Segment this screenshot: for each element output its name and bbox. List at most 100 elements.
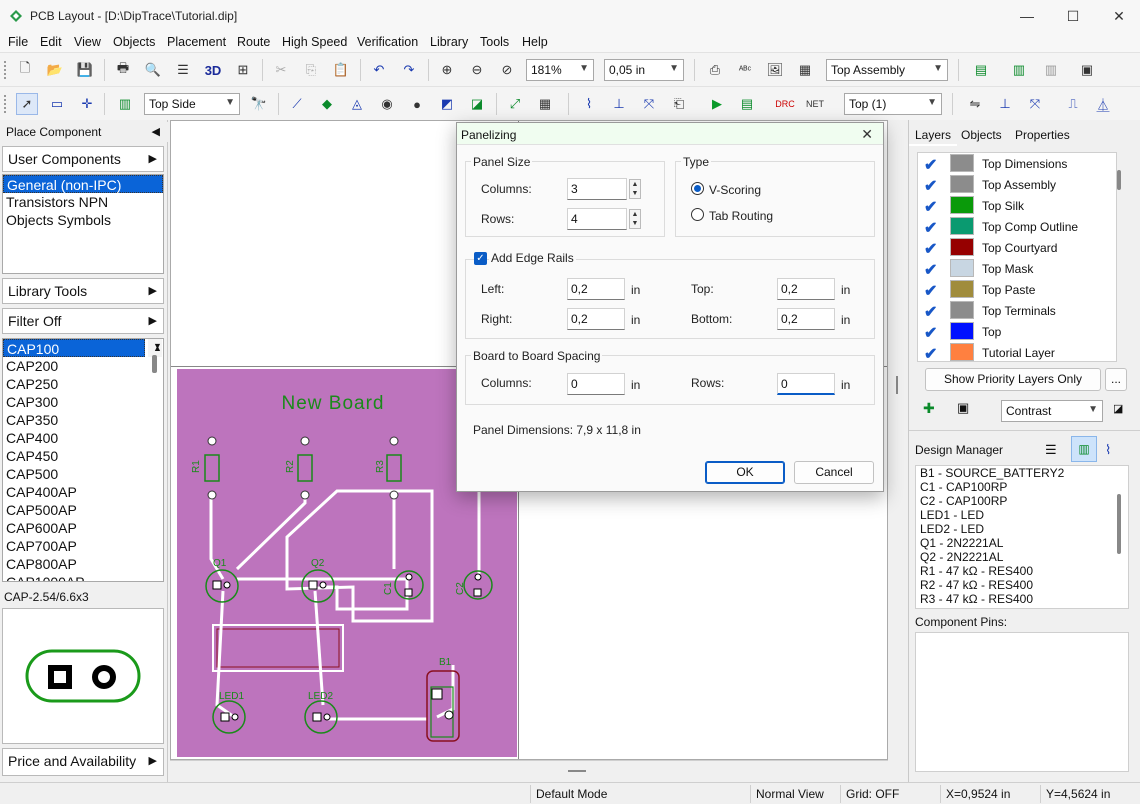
layer-combo[interactable]: Top (1) ▼ — [844, 93, 942, 115]
list-item[interactable]: CAP500 — [3, 465, 163, 483]
list-item[interactable]: LED1 - LED — [916, 508, 1128, 522]
tab-routing-radio[interactable] — [691, 208, 704, 221]
list-item[interactable]: R1 - 47 kΩ - RES400 — [916, 564, 1128, 578]
zoom-fit-icon[interactable]: ⊘ — [496, 59, 518, 81]
list-item[interactable]: B1 - SOURCE_BATTERY2 — [916, 466, 1128, 480]
group-list[interactable]: General (non-IPC) Transistors NPN Object… — [2, 174, 164, 274]
zoom-combo[interactable]: 181% ▼ — [526, 59, 594, 81]
export-icon[interactable]: ⎙ — [704, 59, 726, 81]
layer-color-swatch[interactable] — [950, 301, 974, 319]
layer-visible-check-icon[interactable]: ✔ — [924, 302, 937, 322]
copper-pour-icon[interactable]: ◩ — [436, 93, 458, 115]
cut-icon[interactable]: ✂ — [270, 59, 292, 81]
layer-row[interactable]: ✔ Top Dimensions — [918, 153, 1112, 174]
menu-objects[interactable]: Objects — [113, 35, 155, 49]
list-item[interactable]: CAP700AP — [3, 537, 163, 555]
copy-icon[interactable]: ⎘ — [300, 59, 322, 81]
layer-color-swatch[interactable] — [950, 238, 974, 256]
more-options-button[interactable]: ... — [1105, 368, 1127, 391]
collapse-arrow-icon[interactable]: ◀ — [152, 125, 160, 138]
layer-row[interactable]: ✔ Top Paste — [918, 279, 1112, 300]
components-disabled-icon[interactable]: ▥ — [1040, 59, 1062, 81]
menu-library[interactable]: Library — [430, 35, 468, 49]
components-icon[interactable]: ▥ — [1008, 59, 1030, 81]
list-item[interactable]: Objects Symbols — [3, 211, 163, 229]
menu-edit[interactable]: Edit — [40, 35, 62, 49]
edge-rails-checkbox[interactable]: ✓ — [474, 252, 487, 265]
spell-check-icon[interactable]: ᴬᴮᶜ — [734, 59, 756, 81]
add-layer-icon[interactable]: ✚ — [923, 400, 935, 417]
menu-placement[interactable]: Placement — [167, 35, 226, 49]
layer-properties-icon[interactable]: ▣ — [957, 400, 969, 416]
spacing-rows-input[interactable]: 0 — [777, 373, 835, 395]
pad-icon[interactable]: ◆ — [316, 93, 338, 115]
list-item[interactable]: CAP350 — [3, 411, 163, 429]
list-item[interactable]: General (non-IPC) — [3, 175, 163, 193]
component-pins-list[interactable] — [915, 632, 1129, 772]
layer-color-icon[interactable]: ◪ — [1113, 402, 1123, 415]
price-availability-button[interactable]: Price and Availability ▶ — [2, 748, 164, 776]
scroll-thumb[interactable] — [152, 355, 157, 373]
menu-route[interactable]: Route — [237, 35, 270, 49]
top-rail-input[interactable]: 0,2 — [777, 278, 835, 300]
table-icon[interactable]: ▦ — [534, 93, 556, 115]
image-icon[interactable]: 🖼 — [764, 59, 786, 81]
design-scroll-thumb[interactable] — [1117, 494, 1121, 554]
ok-button[interactable]: OK — [705, 461, 785, 484]
select-pointer-icon[interactable]: ➚ — [16, 93, 38, 115]
menu-view[interactable]: View — [74, 35, 101, 49]
grid-combo[interactable]: 0,05 in ▼ — [604, 59, 684, 81]
assembly-layer-combo[interactable]: Top Assembly ▼ — [826, 59, 948, 81]
layer-row[interactable]: ✔ Top Mask — [918, 258, 1112, 279]
unroute-icon[interactable]: ⤧ — [638, 93, 660, 115]
autorouter-setup-icon[interactable]: ▤ — [736, 93, 758, 115]
list-item[interactable]: R2 - 47 kΩ - RES400 — [916, 578, 1128, 592]
layer-row[interactable]: ✔ Top Terminals — [918, 300, 1112, 321]
menu-tools[interactable]: Tools — [480, 35, 509, 49]
layer-row[interactable]: ✔ Tutorial Layer — [918, 342, 1112, 361]
crosshair-icon[interactable]: ✛ — [76, 93, 98, 115]
route-net-icon[interactable]: ⊥ — [608, 93, 630, 115]
trace-icon[interactable]: ⌇ — [578, 93, 600, 115]
layer-visible-check-icon[interactable]: ✔ — [924, 176, 937, 196]
menu-file[interactable]: File — [8, 35, 28, 49]
list-item[interactable]: Q2 - 2N2221AL — [916, 550, 1128, 564]
distribute-icon[interactable]: ⤧ — [1024, 93, 1046, 115]
columns-spinner[interactable]: ▲ ▼ — [629, 179, 641, 199]
layer-visible-check-icon[interactable]: ✔ — [924, 281, 937, 301]
right-rail-input[interactable]: 0,2 — [567, 308, 625, 330]
v-scoring-radio[interactable] — [691, 182, 704, 195]
view-3d-icon[interactable]: 3D — [202, 59, 224, 81]
layer-color-swatch[interactable] — [950, 217, 974, 235]
vertical-splitter[interactable] — [888, 120, 908, 760]
drc-icon[interactable]: DRC — [774, 93, 796, 115]
layer-color-swatch[interactable] — [950, 343, 974, 361]
redo-icon[interactable]: ↷ — [398, 59, 420, 81]
swap-icon[interactable]: ⇋ — [964, 93, 986, 115]
signal-icon[interactable]: ⎍ — [1062, 93, 1084, 115]
qr-code-icon[interactable]: ▦ — [794, 59, 816, 81]
splitter-handle[interactable] — [896, 376, 898, 394]
zoom-in-icon[interactable]: ⊕ — [436, 59, 458, 81]
maximize-button[interactable]: ☐ — [1050, 4, 1096, 28]
minimize-button[interactable]: — — [1004, 4, 1050, 28]
print-icon[interactable]: 🖶 — [112, 59, 134, 81]
menu-high-speed[interactable]: High Speed — [282, 35, 347, 49]
design-manager-list[interactable]: B1 - SOURCE_BATTERY2 C1 - CAP100RP C2 - … — [915, 465, 1129, 609]
layer-color-swatch[interactable] — [950, 154, 974, 172]
left-rail-input[interactable]: 0,2 — [567, 278, 625, 300]
show-priority-layers-button[interactable]: Show Priority Layers Only — [925, 368, 1101, 391]
hole-icon[interactable]: ● — [406, 93, 428, 115]
undo-icon[interactable]: ↶ — [368, 59, 390, 81]
library-tools-button[interactable]: Library Tools ▶ — [2, 278, 164, 304]
shape-icon[interactable]: ◪ — [466, 93, 488, 115]
rows-input[interactable]: 4 — [567, 208, 627, 230]
bottom-rail-input[interactable]: 0,2 — [777, 308, 835, 330]
user-components-button[interactable]: User Components ▶ — [2, 146, 164, 172]
list-item[interactable]: CAP800AP — [3, 555, 163, 573]
scroll-down-icon[interactable]: ▼ — [150, 339, 162, 355]
list-item[interactable]: Transistors NPN — [3, 193, 163, 211]
columns-input[interactable]: 3 — [567, 178, 627, 200]
cancel-button[interactable]: Cancel — [794, 461, 874, 484]
list-item[interactable]: CAP250 — [3, 375, 163, 393]
